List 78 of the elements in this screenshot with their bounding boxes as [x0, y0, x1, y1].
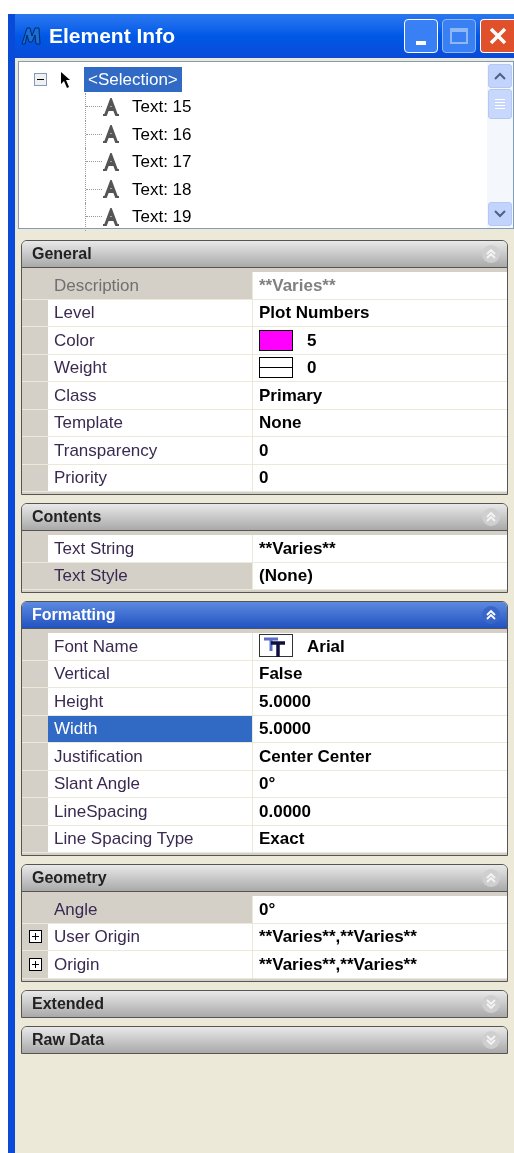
section-header[interactable]: Extended — [22, 990, 507, 1017]
collapse-icon[interactable] — [481, 605, 501, 625]
close-icon — [487, 26, 508, 46]
property-value: **Varies**,**Varies** — [259, 953, 417, 976]
section-title: General — [32, 244, 93, 264]
property-value: 0 — [307, 357, 317, 379]
property-value: Exact — [259, 828, 305, 850]
property-name[interactable]: Line Spacing Type — [48, 825, 253, 852]
line-weight-icon — [259, 357, 293, 379]
pointer-icon — [60, 70, 72, 89]
scroll-up-button[interactable] — [488, 64, 512, 88]
property-value: **Varies**,**Varies** — [259, 926, 417, 948]
text-element-icon — [102, 125, 120, 144]
tree-item[interactable]: Text: 18 — [130, 176, 194, 202]
property-name[interactable]: Template — [48, 409, 253, 436]
text-element-icon — [102, 180, 120, 199]
property-name[interactable]: Weight — [48, 354, 253, 381]
property-value: **Varies** — [259, 274, 336, 297]
property-value: Plot Numbers — [259, 302, 370, 324]
property-name[interactable]: Class — [48, 382, 253, 409]
expand-icon[interactable] — [28, 957, 42, 971]
section-title: Formatting — [32, 605, 117, 625]
property-name[interactable]: Width — [48, 715, 253, 742]
property-value: 0.0000 — [259, 800, 311, 823]
scrollbar[interactable] — [487, 62, 513, 228]
property-value: 5.0000 — [259, 690, 311, 713]
property-name[interactable]: Justification — [48, 743, 253, 770]
text-element-icon — [102, 152, 120, 171]
tree-item[interactable]: Text: 15 — [130, 94, 194, 120]
section-header[interactable]: Geometry — [22, 865, 507, 891]
maximize-button[interactable] — [442, 19, 476, 53]
property-value: **Varies** — [259, 537, 336, 560]
property-value: 0° — [259, 773, 276, 795]
tree-item[interactable]: <Selection> — [84, 67, 182, 92]
property-name[interactable]: Level — [48, 299, 253, 326]
section-header[interactable]: Formatting — [22, 602, 507, 628]
tree-item[interactable]: Text: 17 — [130, 149, 194, 175]
property-name[interactable]: Height — [48, 688, 253, 715]
property-value: None — [259, 412, 302, 434]
expand-icon[interactable] — [28, 930, 42, 944]
property-value: 0 — [259, 467, 269, 489]
scroll-down-button[interactable] — [488, 202, 512, 226]
minimize-button[interactable] — [404, 19, 438, 53]
property-name[interactable]: Transparency — [48, 437, 253, 464]
property-value: Arial — [307, 635, 345, 658]
window-title: Element Info — [49, 23, 175, 50]
property-name[interactable]: Text String — [48, 535, 253, 562]
app-icon — [19, 24, 43, 48]
property-value: False — [259, 663, 303, 685]
text-element-icon — [102, 207, 120, 226]
property-name[interactable]: Slant Angle — [48, 770, 253, 797]
section-header[interactable]: Raw Data — [22, 1026, 507, 1053]
property-value: 5 — [307, 329, 317, 352]
property-value: (None) — [259, 565, 313, 587]
property-value: Primary — [259, 384, 323, 407]
property-value: 0° — [259, 898, 276, 921]
close-button[interactable] — [480, 19, 514, 53]
property-name[interactable]: Origin — [48, 951, 253, 978]
section-title: Extended — [32, 993, 105, 1014]
property-name[interactable]: LineSpacing — [48, 798, 253, 825]
tree-item[interactable]: Text: 16 — [130, 121, 194, 147]
section-header[interactable]: Contents — [22, 504, 507, 530]
property-name[interactable]: Font Name — [48, 633, 253, 660]
section-title: Raw Data — [32, 1029, 106, 1050]
property-name[interactable]: Color — [48, 327, 253, 354]
scroll-thumb[interactable] — [488, 89, 512, 119]
property-value: Center Center — [259, 745, 372, 768]
property-value: 0 — [259, 439, 269, 462]
property-name[interactable]: Priority — [48, 464, 253, 491]
section-title: Contents — [32, 507, 103, 527]
property-name[interactable]: User Origin — [48, 923, 253, 950]
property-name[interactable]: Vertical — [48, 660, 253, 687]
collapse-icon[interactable] — [34, 73, 47, 86]
text-element-icon — [102, 97, 120, 116]
tree-item[interactable]: Text: 19 — [130, 204, 194, 230]
section-header[interactable]: General — [22, 241, 507, 267]
property-value: 5.0000 — [259, 718, 311, 740]
section-title: Geometry — [32, 868, 108, 888]
